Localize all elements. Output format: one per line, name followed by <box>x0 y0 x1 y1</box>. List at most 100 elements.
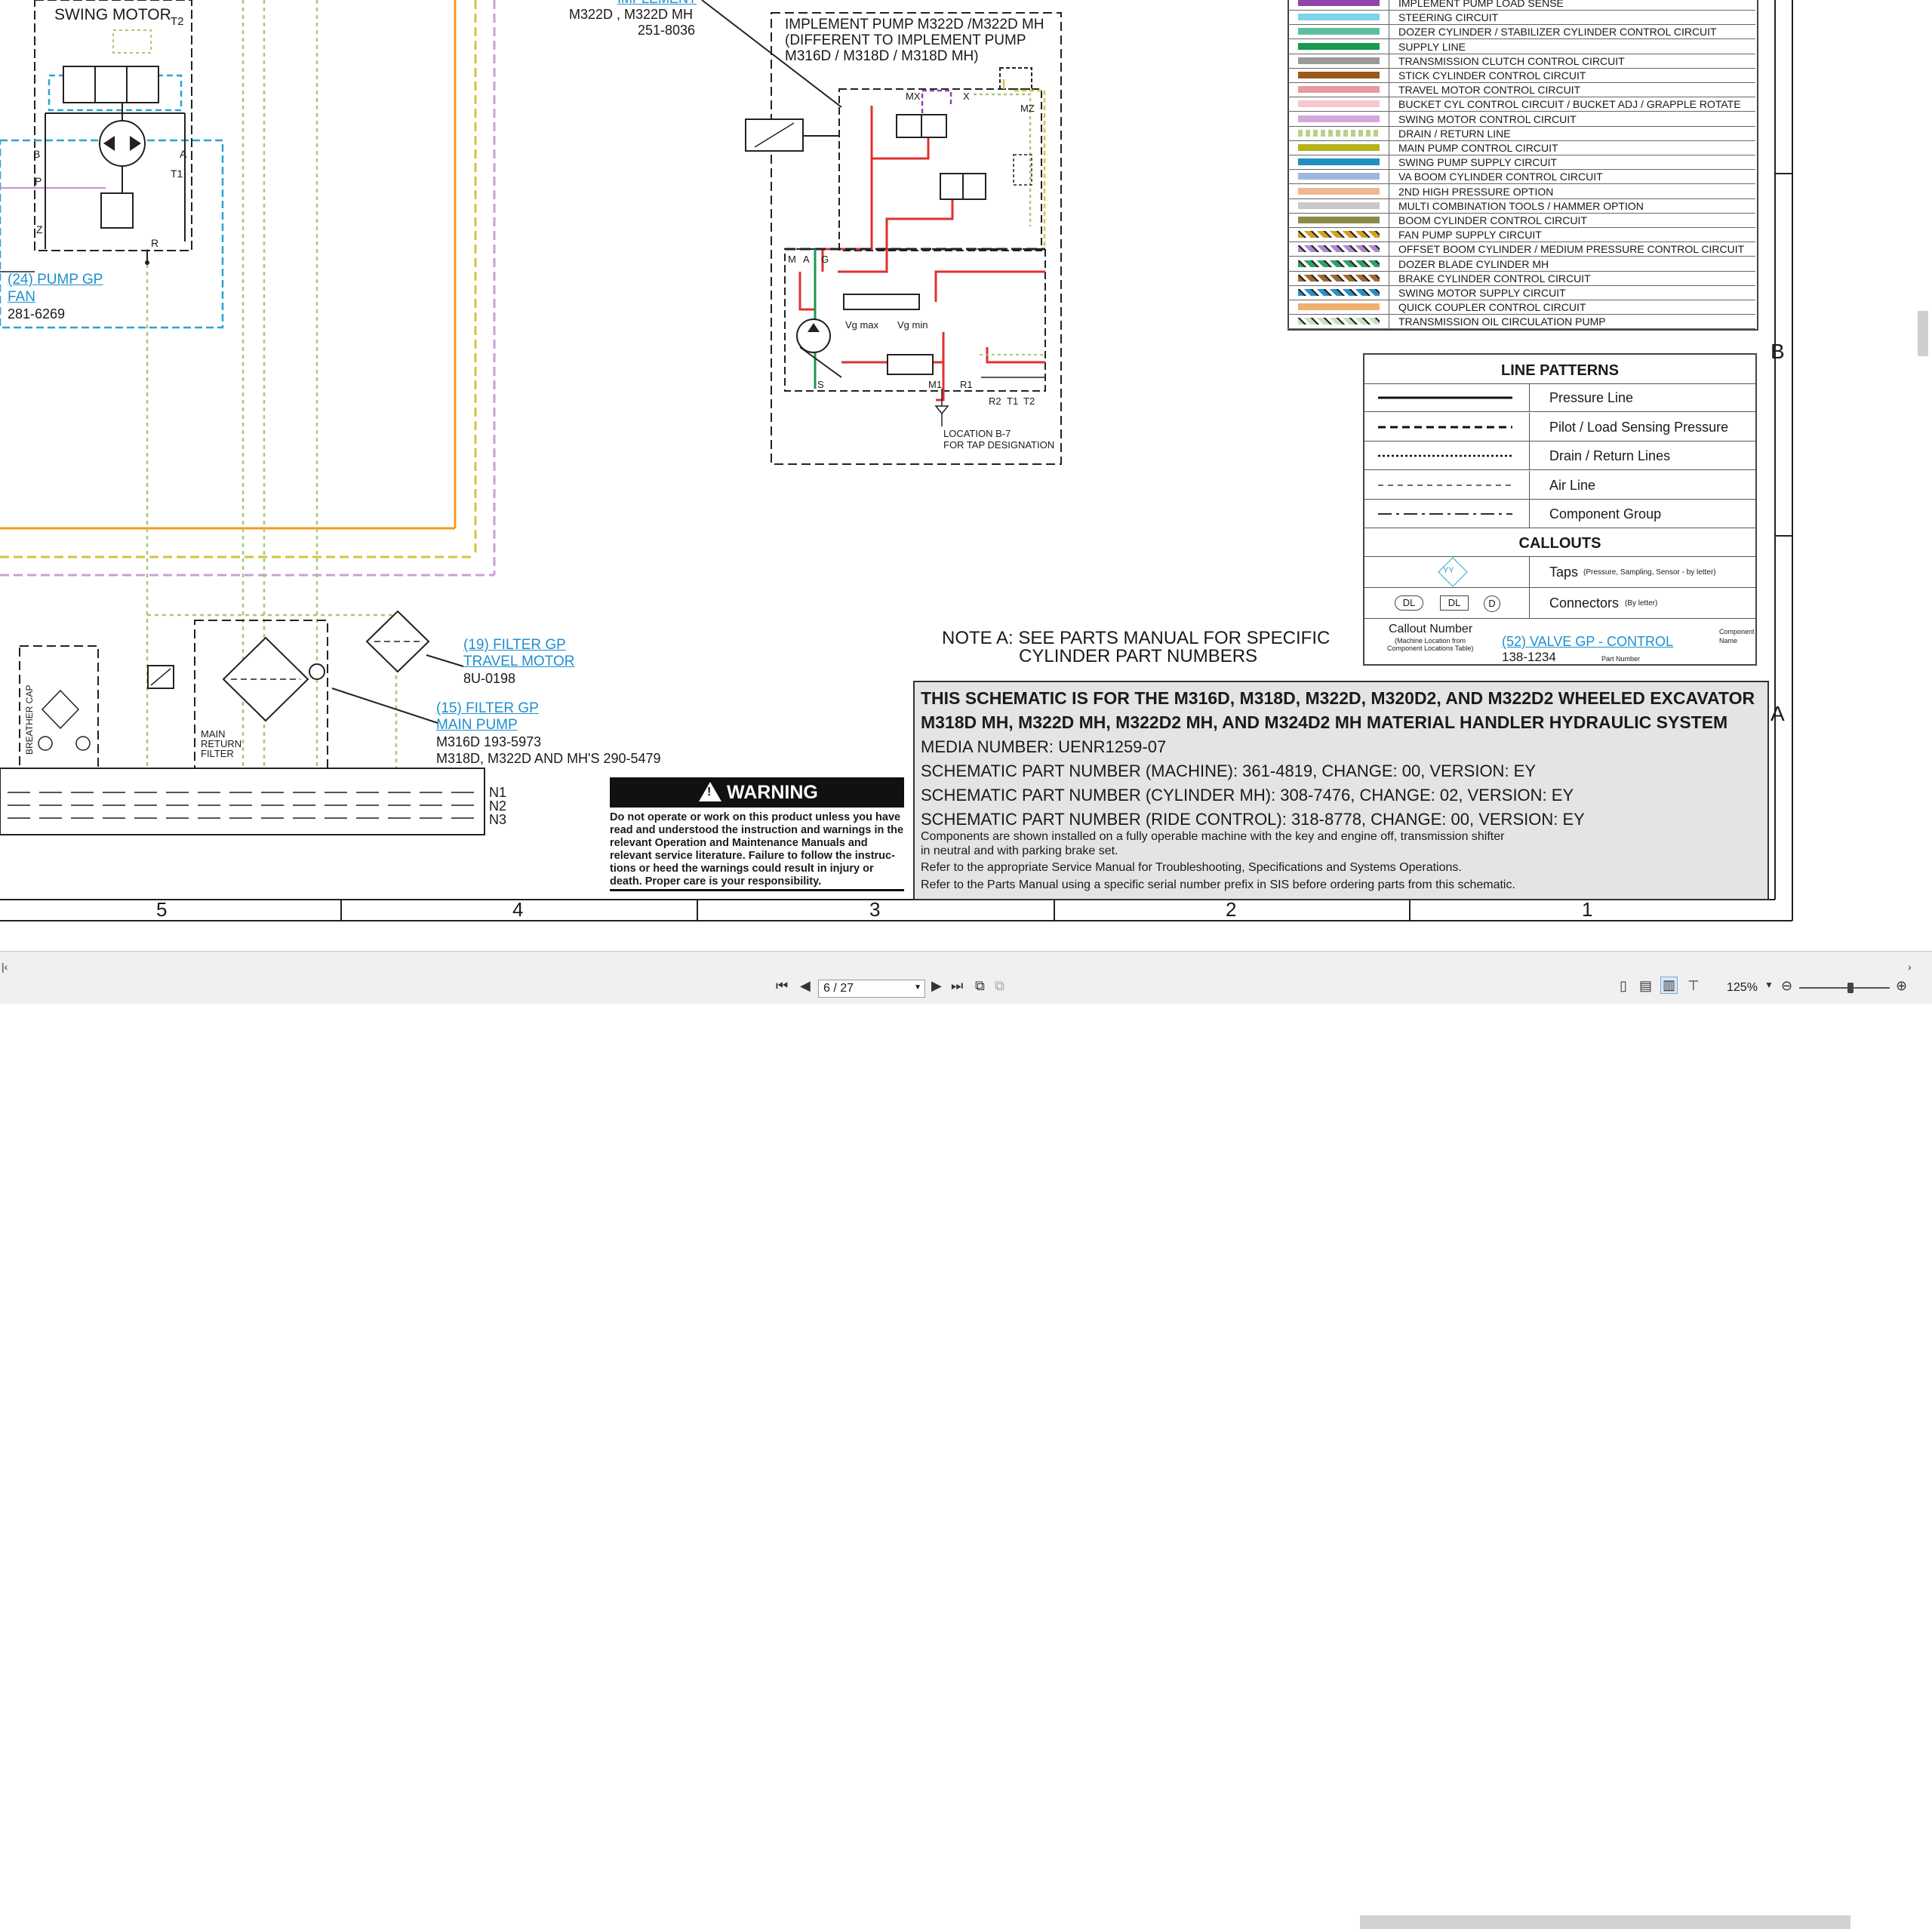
warning-text-line: relevant service literature. Failure to … <box>610 850 895 862</box>
split-view-icon[interactable]: ⊤ <box>1687 978 1700 994</box>
warning-header: ! WARNING <box>610 777 904 808</box>
legend-swatch <box>1298 173 1380 180</box>
column-4: 4 <box>512 898 524 921</box>
two-page-view-icon[interactable]: ▥ <box>1660 977 1678 994</box>
page-paste-icon[interactable]: ⧉ <box>995 978 1004 994</box>
implement-callout-models: M322D , M322D MH <box>569 7 694 22</box>
location-note-1: LOCATION B-7 <box>943 428 1011 439</box>
legend-swatch <box>1298 318 1380 325</box>
zoom-dropdown-icon[interactable]: ▼ <box>1764 980 1774 990</box>
line-pattern-row: Component Group <box>1364 500 1755 528</box>
filter-main-part-1: M316D 193-5973 <box>436 734 542 749</box>
implement-callout-link[interactable]: IMPLEMENT <box>617 0 697 7</box>
filter-travel-name-link[interactable]: TRAVEL MOTOR <box>463 654 574 670</box>
legend-label: VA BOOM CYLINDER CONTROL CIRCUIT <box>1398 171 1603 183</box>
column-1: 1 <box>1582 898 1593 921</box>
connectors-row: DL DL D Connectors (By letter) <box>1364 588 1755 619</box>
legend-row: SWING MOTOR CONTROL CIRCUIT <box>1287 111 1755 127</box>
implement-pump-title-3: M316D / M318D / M318D MH) <box>785 48 979 64</box>
port-r-label: R <box>151 237 159 249</box>
filter-main-part-2: M318D, M322D AND MH'S 290-5479 <box>436 751 661 766</box>
line-pattern-label: Component Group <box>1549 506 1662 521</box>
legend-row: TRANSMISSION CLUTCH CONTROL CIRCUIT <box>1287 53 1755 69</box>
zoom-slider-thumb[interactable] <box>1847 983 1854 993</box>
taps-label: Taps <box>1549 565 1579 580</box>
legend-swatch <box>1298 231 1380 238</box>
legend-row: MAIN PUMP CONTROL CIRCUIT <box>1287 140 1755 155</box>
horizontal-scrollbar-thumb[interactable] <box>1360 1915 1850 1929</box>
legend-label: TRANSMISSION OIL CIRCULATION PUMP <box>1398 315 1606 328</box>
vertical-scrollbar-thumb[interactable] <box>1918 311 1928 356</box>
zoom-in-icon[interactable]: ⊕ <box>1896 978 1907 994</box>
component-name-note-2: Name <box>1719 637 1738 645</box>
previous-page-icon[interactable]: ◀ <box>800 978 811 994</box>
vg-min-label: Vg min <box>897 319 928 331</box>
legend-label: BUCKET CYL CONTROL CIRCUIT / BUCKET ADJ … <box>1398 98 1741 111</box>
legend-row: TRANSMISSION OIL CIRCULATION PUMP <box>1287 314 1755 330</box>
page-dropdown-icon[interactable]: ▼ <box>914 983 921 992</box>
scroll-right-icon[interactable]: › <box>1908 961 1912 973</box>
legend-row: BUCKET CYL CONTROL CIRCUIT / BUCKET ADJ … <box>1287 97 1755 112</box>
warning-text-line: read and understood the instruction and … <box>610 824 904 836</box>
zoom-slider-track[interactable] <box>1799 987 1890 989</box>
part-number-note: Part Number <box>1601 655 1641 663</box>
line-patterns-box: LINE PATTERNS Pressure Line Pilot / Load … <box>1363 353 1757 666</box>
legend-label: FAN PUMP SUPPLY CIRCUIT <box>1398 229 1542 242</box>
legend-label: QUICK COUPLER CONTROL CIRCUIT <box>1398 301 1586 314</box>
title-line-1: THIS SCHEMATIC IS FOR THE M316D, M318D, … <box>921 688 1755 708</box>
port-mx-label: MX <box>906 91 921 102</box>
zoom-out-icon[interactable]: ⊖ <box>1781 978 1792 994</box>
legend-swatch <box>1298 42 1380 50</box>
part-number-cylinder: SCHEMATIC PART NUMBER (CYLINDER MH): 308… <box>921 786 1574 805</box>
column-5: 5 <box>156 898 168 921</box>
page-copy-icon[interactable]: ⧉ <box>975 978 985 994</box>
pump-gp-fan-link[interactable]: (24) PUMP GP <box>8 272 103 288</box>
next-page-icon[interactable]: ▶ <box>931 978 942 994</box>
port-a2-label: A <box>803 254 810 265</box>
callout-number-note-2: Component Locations Table) <box>1387 645 1474 652</box>
connectors-note: (By letter) <box>1625 599 1658 608</box>
legend-swatch <box>1298 245 1380 253</box>
legend-row: SWING MOTOR SUPPLY CIRCUIT <box>1287 285 1755 300</box>
legend-row: DRAIN / RETURN LINE <box>1287 125 1755 141</box>
tap-symbol-label: YY <box>1443 566 1454 575</box>
warning-text-line: relevant Operation and Maintenance Manua… <box>610 837 868 849</box>
line-pattern-label: Drain / Return Lines <box>1549 448 1671 463</box>
callout-number-label: Callout Number <box>1389 623 1473 635</box>
title-note-2: in neutral and with parking brake set. <box>921 845 1118 857</box>
implement-pump-title-2: (DIFFERENT TO IMPLEMENT PUMP <box>785 32 1026 48</box>
title-note-3: Refer to the appropriate Service Manual … <box>921 861 1462 874</box>
last-page-icon[interactable]: ⏭ <box>951 978 963 994</box>
media-number: MEDIA NUMBER: UENR1259-07 <box>921 737 1167 756</box>
single-page-view-icon[interactable]: ▯ <box>1620 978 1627 994</box>
continuous-view-icon[interactable]: ▤ <box>1639 978 1652 994</box>
component-name-note-1: Component <box>1719 628 1755 635</box>
callout-example-link[interactable]: (52) VALVE GP - CONTROL <box>1502 634 1673 650</box>
line-pattern-sample <box>1378 426 1512 428</box>
legend-label: MULTI COMBINATION TOOLS / HAMMER OPTION <box>1398 199 1644 212</box>
first-page-icon[interactable]: ⏮ <box>776 978 788 994</box>
pump-gp-fan-name-link[interactable]: FAN <box>8 289 35 306</box>
filter-travel-part: 8U-0198 <box>463 671 516 686</box>
legend-label: SWING MOTOR SUPPLY CIRCUIT <box>1398 287 1566 299</box>
filter-main-link[interactable]: (15) FILTER GP <box>436 700 539 717</box>
port-t2b-label: T2 <box>1023 395 1035 407</box>
legend-row: DOZER BLADE CYLINDER MH <box>1287 256 1755 272</box>
filter-travel-link[interactable]: (19) FILTER GP <box>463 637 566 654</box>
zoom-level[interactable]: 125% <box>1727 981 1758 995</box>
line-pattern-label: Pilot / Load Sensing Pressure <box>1549 419 1729 435</box>
port-m1-label: M1 <box>928 379 943 390</box>
legend-row: 2ND HIGH PRESSURE OPTION <box>1287 183 1755 199</box>
legend-swatch <box>1298 217 1380 223</box>
legend-row: TRAVEL MOTOR CONTROL CIRCUIT <box>1287 82 1755 98</box>
note-a-line-2: CYLINDER PART NUMBERS <box>1019 646 1258 666</box>
page-number-field[interactable]: 6 / 27 ▼ <box>818 980 925 998</box>
warning-text-line: tions or heed the warnings could result … <box>610 863 874 875</box>
filter-main-name-link[interactable]: MAIN PUMP <box>436 717 518 734</box>
line-pattern-row: Pilot / Load Sensing Pressure <box>1364 412 1755 441</box>
port-s-label: S <box>817 379 824 390</box>
line-patterns-header: LINE PATTERNS <box>1364 355 1755 384</box>
callouts-header: CALLOUTS <box>1364 529 1755 557</box>
port-r2-label: R2 <box>989 395 1001 407</box>
scroll-left-icon[interactable]: |‹ <box>2 961 8 973</box>
